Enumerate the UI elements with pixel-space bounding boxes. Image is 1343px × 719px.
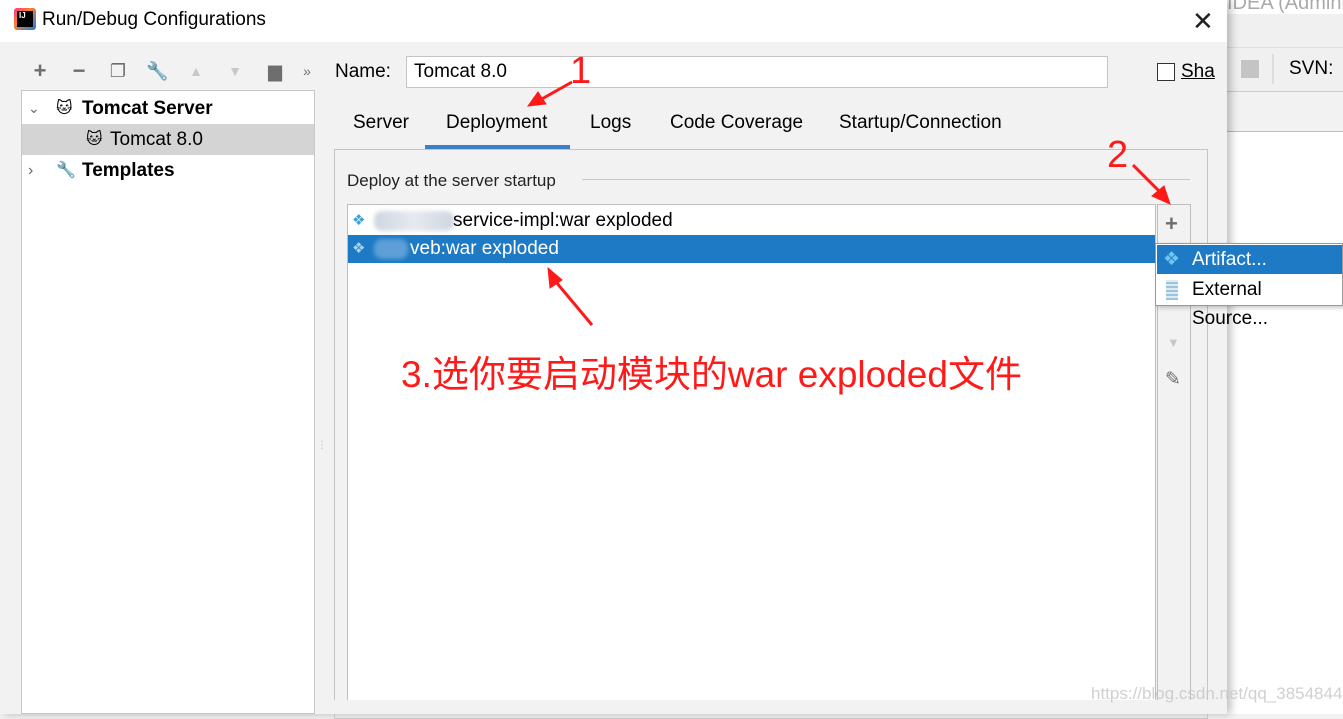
annotation-arrows	[526, 80, 1171, 326]
watermark: https://blog.csdn.net/qq_38548448	[1091, 684, 1343, 703]
arrow-icon	[526, 80, 1171, 326]
